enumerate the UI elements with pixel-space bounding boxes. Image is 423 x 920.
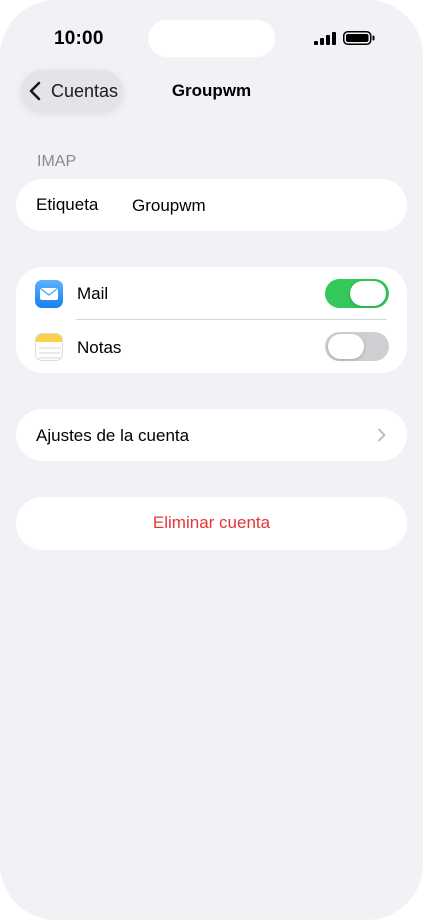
chevron-right-icon [378,428,386,442]
app-toggle-group: Mail Notas [16,267,407,373]
mail-label: Mail [77,284,109,303]
notes-icon [35,333,63,361]
account-settings-label: Ajustes de la cuenta [36,426,190,445]
mail-icon [35,280,63,308]
cellular-signal-icon [314,32,336,45]
delete-account-label: Eliminar cuenta [152,513,271,532]
notes-label: Notas [77,338,122,357]
account-label-title: Etiqueta [36,195,99,214]
toggle-knob [328,334,364,359]
status-time: 10:00 [54,28,104,49]
phone-screen: 10:00 Cuentas Groupwm IMAP Etiqueta Grou… [0,0,423,920]
toggle-knob [350,281,386,306]
mail-toggle[interactable] [325,279,389,308]
dynamic-island [148,20,275,57]
notes-toggle[interactable] [325,332,389,361]
account-label-row[interactable]: Etiqueta Groupwm [16,179,407,231]
battery-icon [343,31,375,45]
page-title: Groupwm [171,81,252,100]
account-label-value[interactable]: Groupwm [132,196,206,216]
section-header-imap: IMAP [37,153,77,170]
row-separator [76,319,387,320]
account-settings-row[interactable]: Ajustes de la cuenta [16,409,407,461]
delete-account-button[interactable]: Eliminar cuenta [16,497,407,550]
